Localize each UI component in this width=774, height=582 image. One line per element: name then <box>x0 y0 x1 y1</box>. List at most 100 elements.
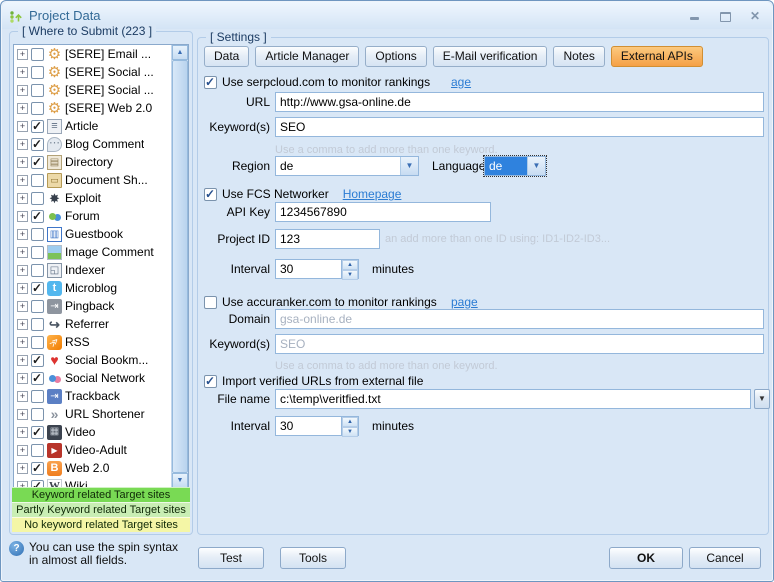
keywords2-input[interactable]: SEO <box>275 334 764 354</box>
tree-item-checkbox[interactable] <box>31 318 44 331</box>
import-interval-stepper[interactable]: ▲▼ <box>342 416 359 436</box>
expand-icon[interactable] <box>17 427 28 438</box>
tree-item-checkbox[interactable] <box>31 408 44 421</box>
use-serpcloud-checkbox[interactable] <box>204 76 217 89</box>
tree-item-checkbox[interactable] <box>31 372 44 385</box>
tree-item-url-shortener[interactable]: URL Shortener <box>14 405 172 423</box>
expand-icon[interactable] <box>17 121 28 132</box>
spin-up-icon[interactable]: ▲ <box>342 260 358 270</box>
tree-item-checkbox[interactable] <box>31 246 44 259</box>
expand-icon[interactable] <box>17 175 28 186</box>
tree-item-checkbox[interactable] <box>31 84 44 97</box>
expand-icon[interactable] <box>17 193 28 204</box>
tree-item-checkbox[interactable] <box>31 102 44 115</box>
tree-item-checkbox[interactable] <box>31 426 44 439</box>
tree-item-guestbook[interactable]: Guestbook <box>14 225 172 243</box>
file-name-input[interactable]: c:\temp\veritfied.txt <box>275 389 751 409</box>
close-button[interactable]: ✕ <box>748 9 762 23</box>
chevron-down-icon[interactable]: ▼ <box>400 157 418 175</box>
tree-item-sere-web-2-0[interactable]: [SERE] Web 2.0 <box>14 99 172 117</box>
tree-item-exploit[interactable]: Exploit <box>14 189 172 207</box>
expand-icon[interactable] <box>17 337 28 348</box>
tree-item-indexer[interactable]: Indexer <box>14 261 172 279</box>
expand-icon[interactable] <box>17 211 28 222</box>
tree-item-checkbox[interactable] <box>31 354 44 367</box>
tree-item-trackback[interactable]: Trackback <box>14 387 172 405</box>
expand-icon[interactable] <box>17 373 28 384</box>
spin-up-icon[interactable]: ▲ <box>342 417 358 427</box>
tab-options[interactable]: Options <box>365 46 426 67</box>
expand-icon[interactable] <box>17 85 28 96</box>
language-select[interactable]: de ▼ <box>484 156 546 176</box>
tree-item-checkbox[interactable] <box>31 192 44 205</box>
tree-item-pingback[interactable]: Pingback <box>14 297 172 315</box>
expand-icon[interactable] <box>17 301 28 312</box>
expand-icon[interactable] <box>17 355 28 366</box>
fcs-interval-stepper[interactable]: ▲▼ <box>342 259 359 279</box>
tree-item-checkbox[interactable] <box>31 282 44 295</box>
tree-item-microblog[interactable]: Microblog <box>14 279 172 297</box>
expand-icon[interactable] <box>17 391 28 402</box>
tree-item-checkbox[interactable] <box>31 300 44 313</box>
tree-item-checkbox[interactable] <box>31 120 44 133</box>
tree-item-checkbox[interactable] <box>31 462 44 475</box>
tree-item-video-adult[interactable]: Video-Adult <box>14 441 172 459</box>
expand-icon[interactable] <box>17 49 28 60</box>
ok-button[interactable]: OK <box>609 547 683 569</box>
keywords-input[interactable]: SEO <box>275 117 764 137</box>
tree-item-checkbox[interactable] <box>31 156 44 169</box>
tree-item-web-2-0[interactable]: Web 2.0 <box>14 459 172 477</box>
expand-icon[interactable] <box>17 229 28 240</box>
tree-item-document-sh[interactable]: Document Sh... <box>14 171 172 189</box>
tree-item-checkbox[interactable] <box>31 210 44 223</box>
import-interval-input[interactable]: 30 <box>275 416 342 436</box>
tree-item-sere-social[interactable]: [SERE] Social ... <box>14 81 172 99</box>
tree-item-social-network[interactable]: Social Network <box>14 369 172 387</box>
expand-icon[interactable] <box>17 409 28 420</box>
tree-item-referrer[interactable]: Referrer <box>14 315 172 333</box>
domain-input[interactable]: gsa-online.de <box>275 309 764 329</box>
expand-icon[interactable] <box>17 139 28 150</box>
tools-button[interactable]: Tools <box>280 547 346 569</box>
tree-scrollbar[interactable]: ▲ ▼ <box>171 45 188 488</box>
spin-down-icon[interactable]: ▼ <box>342 427 358 437</box>
url-input[interactable]: http://www.gsa-online.de <box>275 92 764 112</box>
tree-item-checkbox[interactable] <box>31 444 44 457</box>
fcs-interval-input[interactable]: 30 <box>275 259 342 279</box>
tab-external-apis[interactable]: External APIs <box>611 46 703 67</box>
tree-item-rss[interactable]: RSS <box>14 333 172 351</box>
api-key-input[interactable]: 1234567890 <box>275 202 491 222</box>
tree-item-blog-comment[interactable]: Blog Comment <box>14 135 172 153</box>
tree-item-checkbox[interactable] <box>31 138 44 151</box>
tree-item-video[interactable]: Video <box>14 423 172 441</box>
expand-icon[interactable] <box>17 319 28 330</box>
expand-icon[interactable] <box>17 265 28 276</box>
tree-item-forum[interactable]: Forum <box>14 207 172 225</box>
accuranker-page-link[interactable]: page <box>451 295 478 309</box>
maximize-button[interactable] <box>718 9 732 23</box>
scroll-up-icon[interactable]: ▲ <box>172 45 188 60</box>
use-accuranker-checkbox[interactable] <box>204 296 217 309</box>
region-select[interactable]: de ▼ <box>275 156 419 176</box>
expand-icon[interactable] <box>17 247 28 258</box>
tree-item-checkbox[interactable] <box>31 48 44 61</box>
tree-item-checkbox[interactable] <box>31 66 44 79</box>
tree-item-sere-email[interactable]: [SERE] Email ... <box>14 45 172 63</box>
tree-item-directory[interactable]: Directory <box>14 153 172 171</box>
spin-down-icon[interactable]: ▼ <box>342 270 358 280</box>
tab-article-manager[interactable]: Article Manager <box>255 46 359 67</box>
chevron-down-icon[interactable]: ▼ <box>527 157 545 175</box>
expand-icon[interactable] <box>17 157 28 168</box>
expand-icon[interactable] <box>17 283 28 294</box>
test-button[interactable]: Test <box>198 547 264 569</box>
fcs-homepage-link[interactable]: Homepage <box>343 187 402 201</box>
tree-item-checkbox[interactable] <box>31 336 44 349</box>
tree-item-checkbox[interactable] <box>31 390 44 403</box>
scrollbar-thumb[interactable] <box>172 60 188 473</box>
expand-icon[interactable] <box>17 463 28 474</box>
tree-item-image-comment[interactable]: Image Comment <box>14 243 172 261</box>
tree-item-checkbox[interactable] <box>31 228 44 241</box>
file-dropdown-button[interactable]: ▼ <box>754 389 770 409</box>
tree-item-checkbox[interactable] <box>31 174 44 187</box>
tree-item-article[interactable]: Article <box>14 117 172 135</box>
